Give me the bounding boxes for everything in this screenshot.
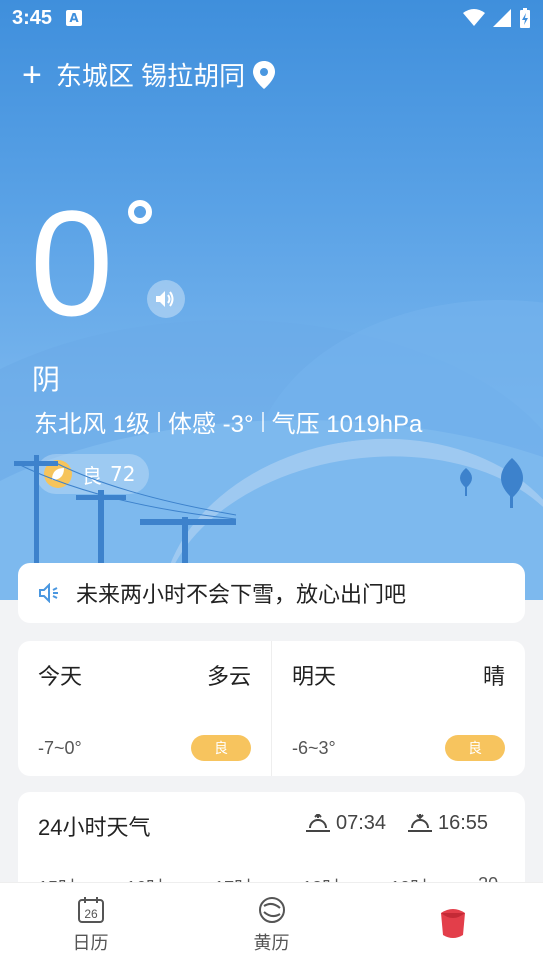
tip-text: 未来两小时不会下雪，放心出门吧 [76, 582, 407, 607]
almanac-icon [258, 897, 285, 923]
feels-like-text: 体感 -3° [168, 411, 254, 438]
current-details: 东北风 1级 体感 -3° 气压 1019hPa [34, 404, 422, 439]
pressure-text: 气压 1019hPa [271, 411, 423, 438]
divider [158, 411, 161, 432]
day-label: 今天 [38, 664, 83, 689]
forecast-tomorrow[interactable]: 明天 晴 -6~3° 良 [271, 641, 525, 776]
tab-label: 黄历 [253, 933, 290, 953]
speaker-outline-icon [39, 583, 58, 603]
notification-icon: A [66, 10, 83, 26]
tab-almanac[interactable]: 黄历 [181, 883, 362, 967]
sunrise-time: 07:34 [336, 812, 387, 834]
day-temp-range: -6~3° [292, 737, 336, 758]
day-condition: 多云 [206, 664, 251, 689]
tab-label: 日历 [72, 933, 109, 953]
calendar-icon: 26 [77, 897, 104, 923]
degree-symbol [128, 200, 152, 224]
bottom-tab-bar: 26 日历 黄历 [0, 882, 543, 967]
location-name[interactable]: 东城区 锡拉胡同 [56, 56, 245, 93]
red-envelope-icon [440, 909, 465, 938]
precipitation-tip[interactable]: 未来两小时不会下雪，放心出门吧 [18, 563, 525, 623]
wind-text: 东北风 1级 [34, 411, 151, 438]
location-bar: + 东城区 锡拉胡同 [22, 56, 276, 93]
sunset-icon [408, 813, 432, 832]
power-pole-illustration [14, 455, 237, 565]
battery-icon [520, 8, 530, 28]
divider [261, 411, 264, 432]
wifi-icon [463, 9, 485, 26]
sunset: 16:55 [408, 812, 488, 835]
calendar-date: 26 [84, 907, 98, 921]
day-aqi-badge: 良 [191, 735, 251, 761]
day-label: 明天 [292, 664, 337, 689]
day-aqi-badge: 良 [445, 735, 505, 761]
day-temp-range: -7~0° [38, 737, 82, 758]
day-condition: 晴 [482, 664, 505, 689]
daily-forecast: 今天 多云 -7~0° 良 明天 晴 -6~3° 良 [18, 641, 525, 776]
tab-calendar[interactable]: 26 日历 [0, 883, 181, 967]
status-time: 3:45 [12, 6, 53, 29]
location-pin-icon [253, 60, 276, 89]
tree-illustration [460, 458, 523, 508]
sunrise: 07:34 [306, 812, 386, 835]
add-city-button[interactable]: + [22, 58, 42, 92]
current-condition: 阴 [32, 364, 61, 395]
hourly-title: 24小时天气 [38, 815, 151, 840]
status-bar: 3:45 A [0, 0, 543, 36]
voice-broadcast-button[interactable] [147, 280, 185, 318]
tab-red-envelope[interactable] [362, 883, 543, 967]
sunrise-icon [306, 813, 330, 832]
sunset-time: 16:55 [438, 812, 489, 834]
speaker-icon [156, 291, 174, 307]
current-temperature: 0 [30, 179, 114, 347]
forecast-today[interactable]: 今天 多云 -7~0° 良 [18, 641, 271, 776]
signal-icon [493, 9, 511, 27]
